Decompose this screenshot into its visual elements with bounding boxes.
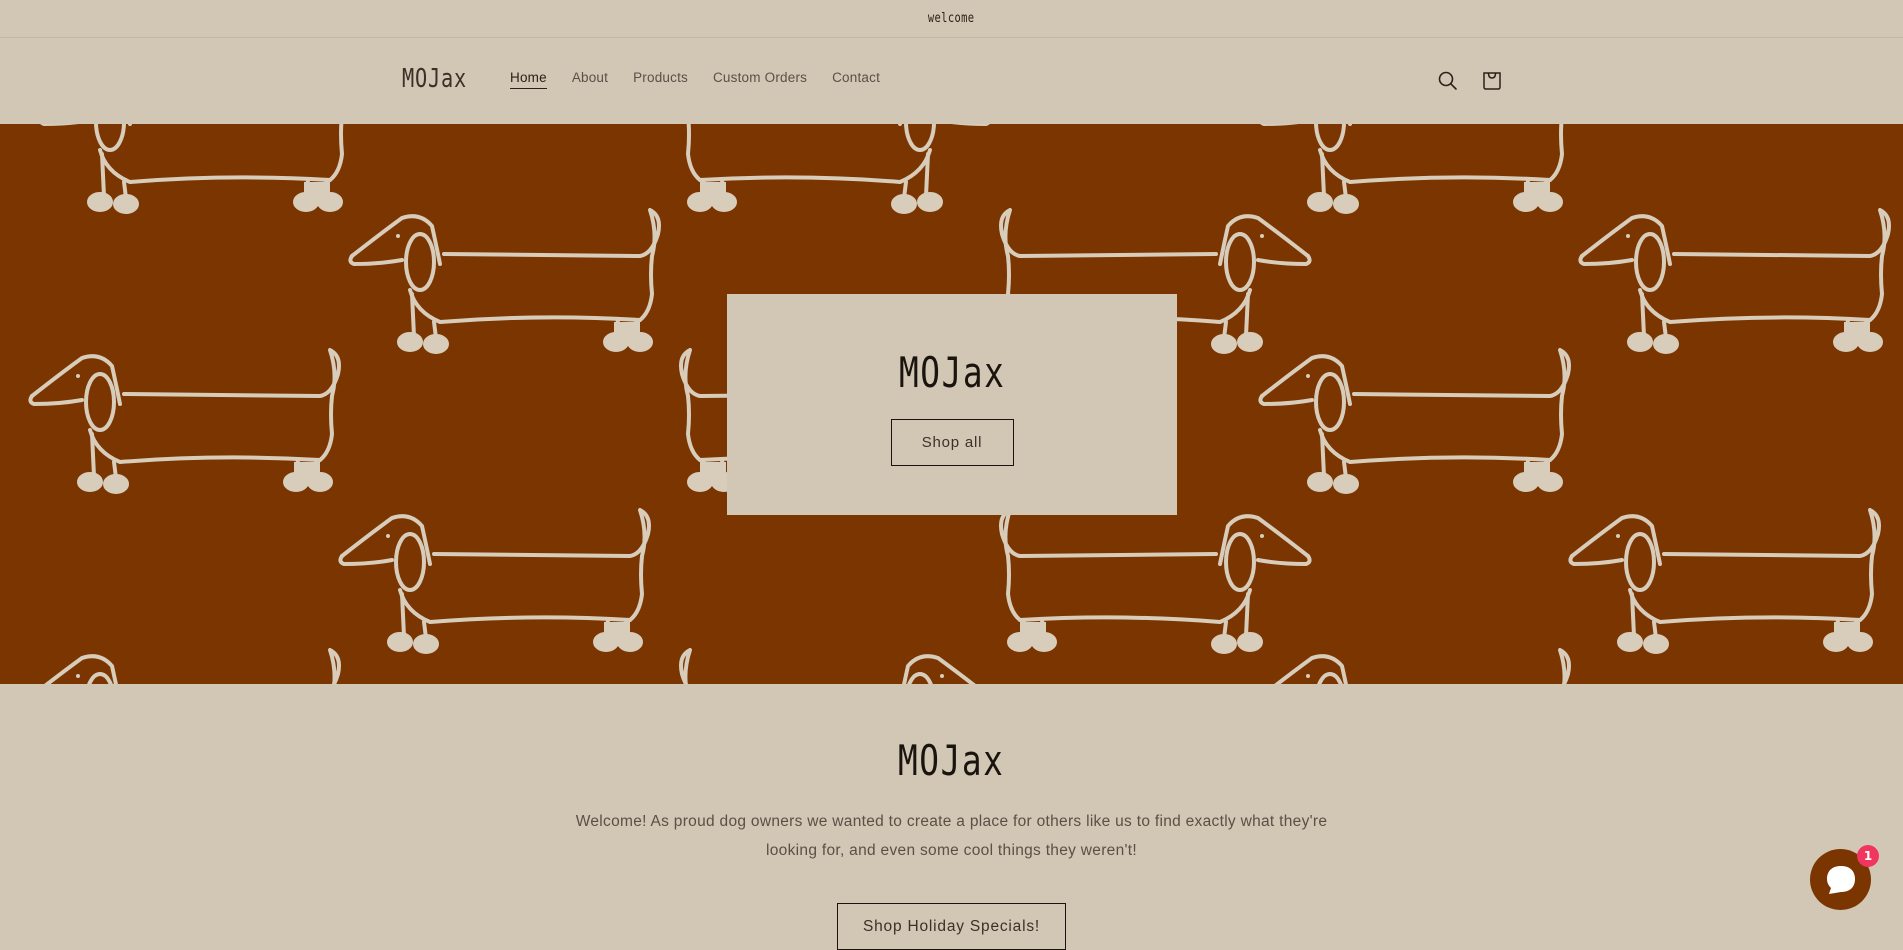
dachshund-drawing <box>1258 648 1571 684</box>
main-nav: Home About Products Custom Orders Contac… <box>510 70 905 89</box>
chat-notification-badge: 1 <box>1857 845 1879 867</box>
site-logo[interactable]: MOJax <box>402 64 467 94</box>
nav-about[interactable]: About <box>572 70 608 89</box>
nav-custom-orders[interactable]: Custom Orders <box>713 70 807 89</box>
welcome-text: Welcome! As proud dog owners we wanted t… <box>575 813 1328 859</box>
dachshund-drawing <box>681 650 990 684</box>
hero-banner: MOJax Shop all <box>0 124 1903 684</box>
nav-products[interactable]: Products <box>633 70 688 89</box>
welcome-section: MOJax Welcome! As proud dog owners we wa… <box>0 684 1903 950</box>
nav-home[interactable]: Home <box>510 70 547 89</box>
announcement-text: welcome <box>928 11 975 26</box>
search-button[interactable] <box>1433 66 1463 96</box>
dachshund-drawing <box>1578 208 1891 354</box>
site-header: MOJax Home About Products Custom Orders … <box>0 38 1903 124</box>
dachshund-drawing <box>1568 508 1881 654</box>
shop-all-button[interactable]: Shop all <box>890 419 1014 466</box>
chat-bubble-icon <box>1826 865 1855 894</box>
dachshund-drawing <box>1258 348 1571 494</box>
shop-holiday-specials-button[interactable]: Shop Holiday Specials! <box>837 903 1066 950</box>
cart-button[interactable] <box>1477 66 1507 96</box>
search-icon <box>1438 71 1457 90</box>
dachshund-drawing <box>348 208 661 354</box>
dachshund-drawing <box>28 348 342 494</box>
dachshund-drawing <box>338 508 651 654</box>
cart-icon <box>1483 72 1501 90</box>
announcement-bar: welcome <box>0 0 1903 38</box>
hero-title: MOJax <box>898 348 1006 397</box>
nav-contact[interactable]: Contact <box>832 70 880 89</box>
dachshund-drawing <box>28 648 342 684</box>
dachshund-drawing <box>1258 124 1571 214</box>
dachshund-drawing <box>681 124 990 212</box>
hero-card: MOJax Shop all <box>727 294 1177 515</box>
dachshund-drawing <box>38 124 352 214</box>
welcome-title: MOJax <box>898 736 1005 785</box>
dachshund-drawing <box>1001 510 1310 652</box>
